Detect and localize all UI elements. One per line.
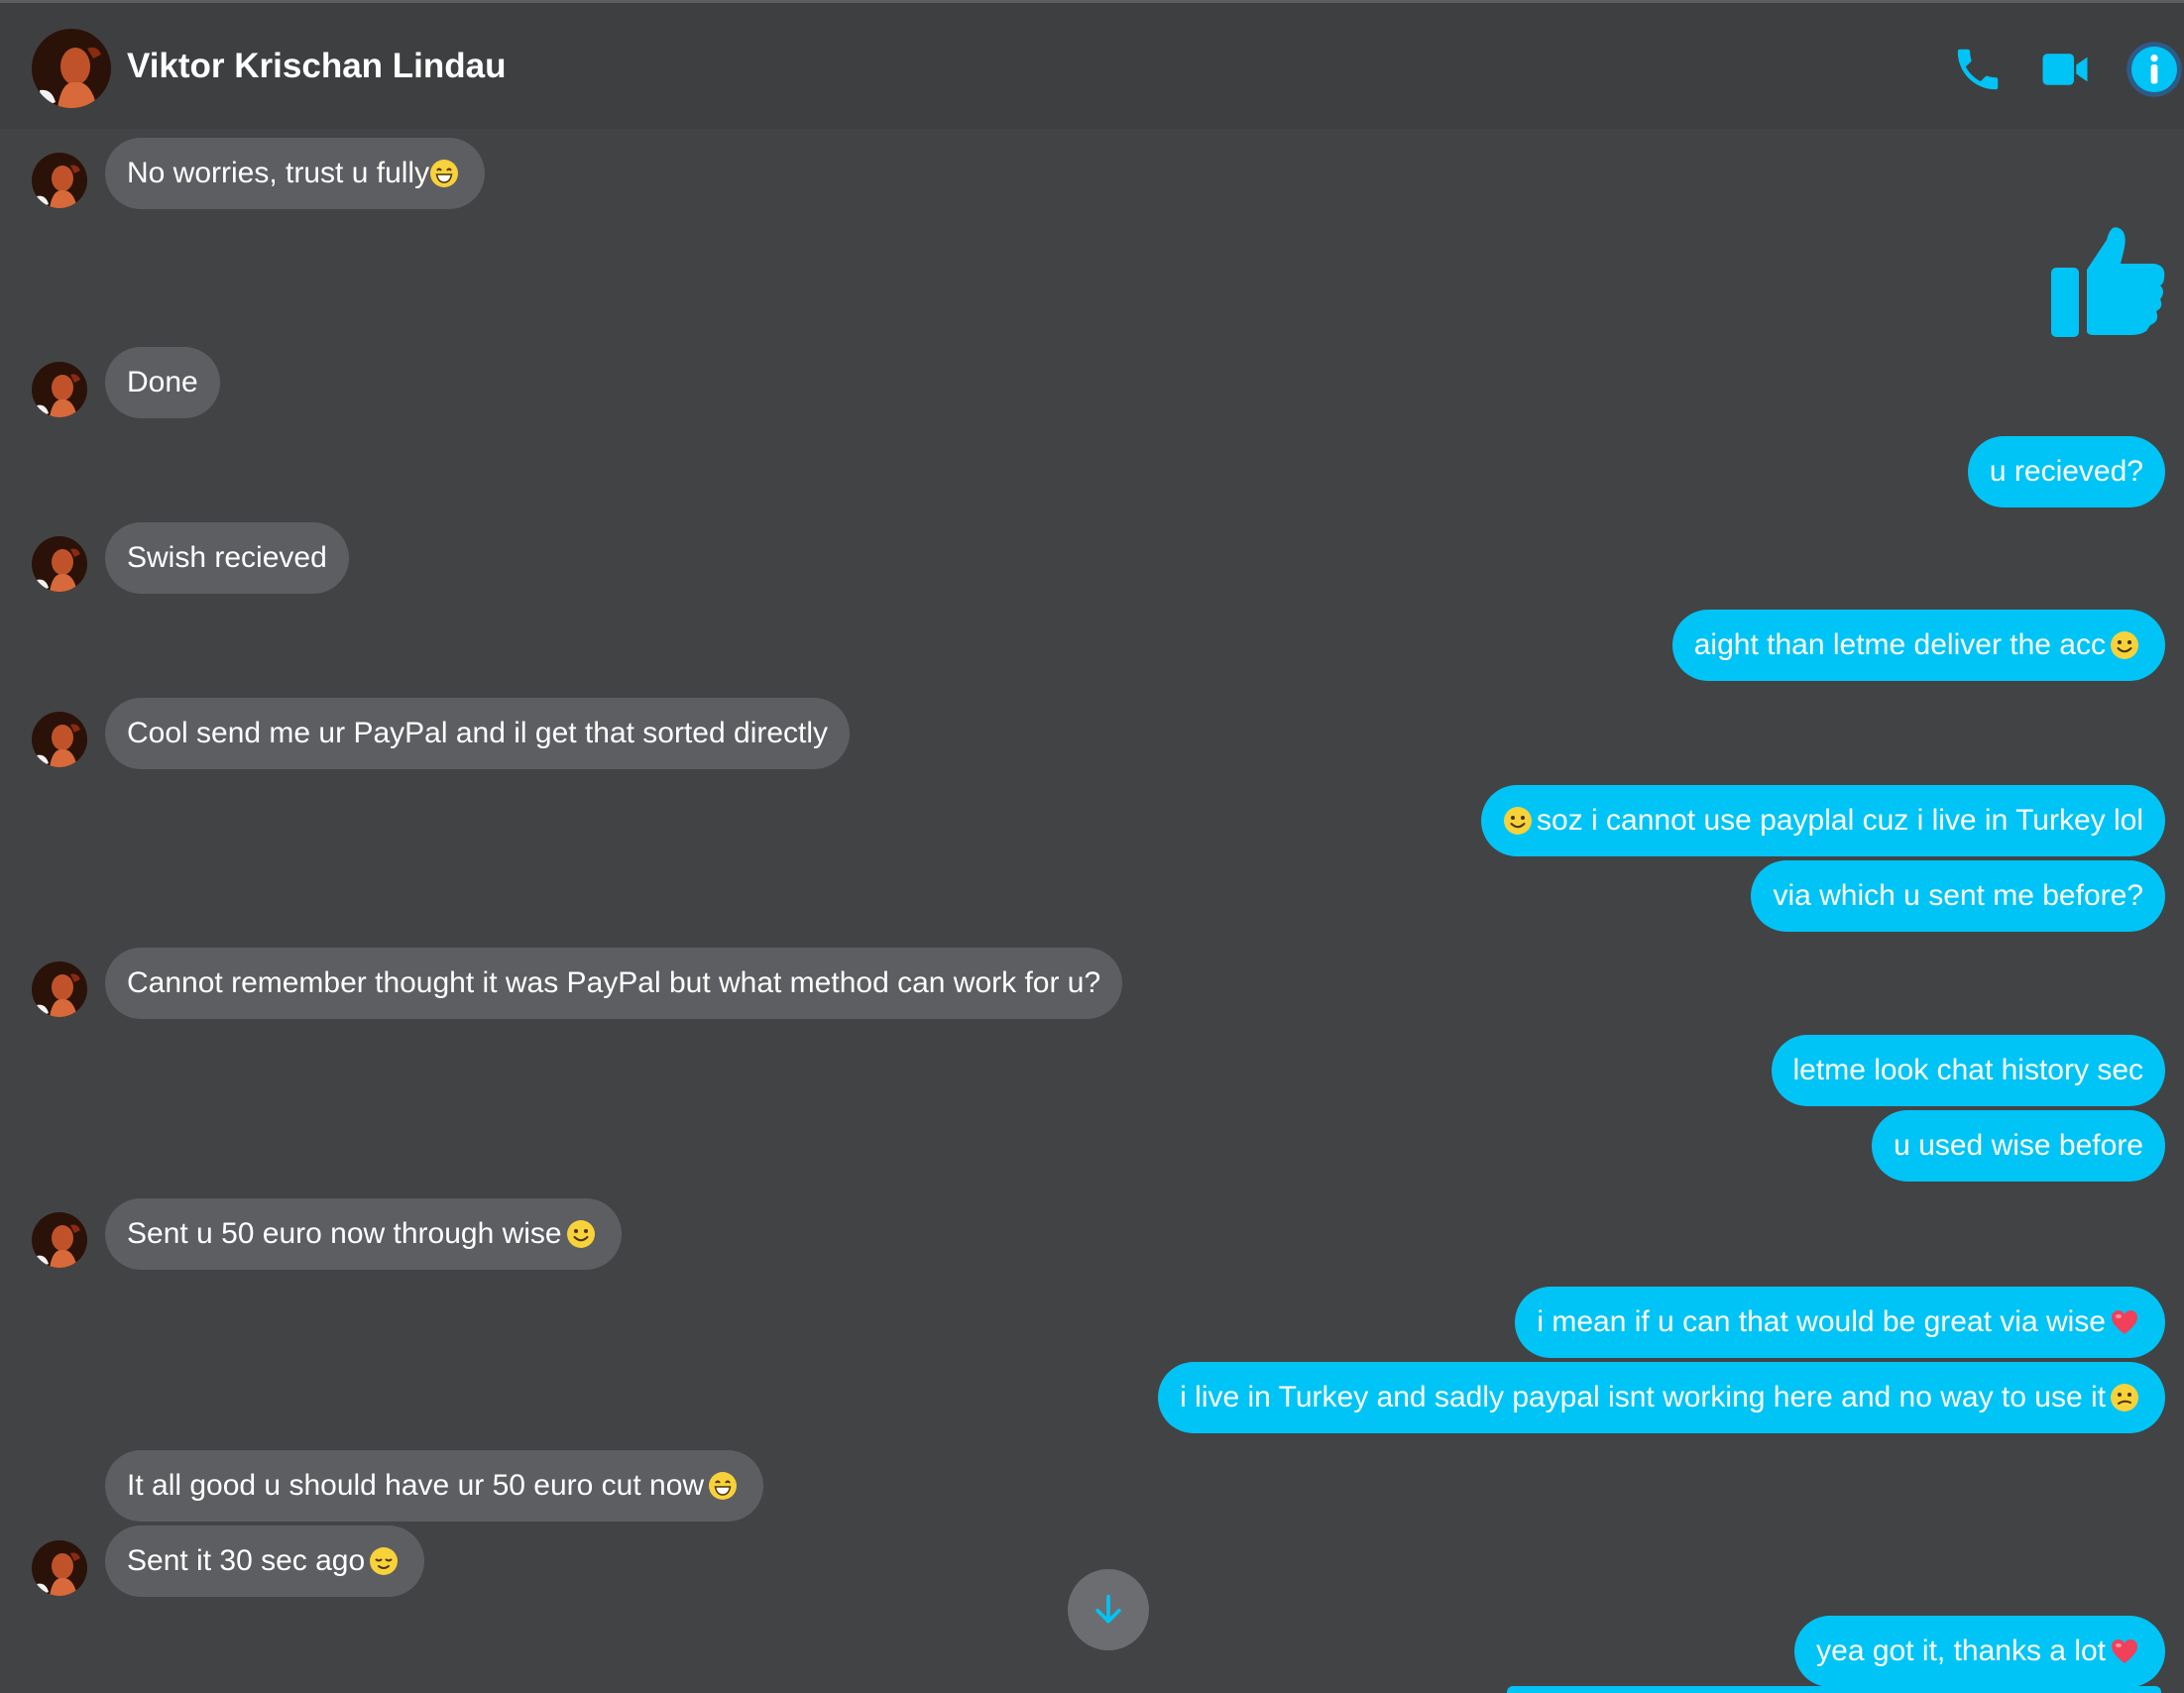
outgoing-message[interactable]: aight than letme deliver the acc <box>1671 610 2165 681</box>
message-text: It all good u should have ur 50 euro cut… <box>127 1469 705 1502</box>
contact-avatar[interactable] <box>32 362 87 417</box>
outgoing-message[interactable]: soz i cannot use payplal cuz i live in T… <box>1481 785 2165 856</box>
message-text: soz i cannot use payplal cuz i live in T… <box>1537 804 2143 837</box>
contact-avatar[interactable] <box>32 153 87 208</box>
contact-name[interactable]: Viktor Krischan Lindau <box>127 47 507 86</box>
confused-emoji-icon <box>2110 1383 2139 1412</box>
incoming-message[interactable]: Cool send me ur PayPal and il get that s… <box>105 698 851 769</box>
grin-emoji-icon <box>429 159 460 188</box>
outgoing-message[interactable]: i live in Turkey and sadly paypal isnt w… <box>1158 1362 2165 1433</box>
contact-avatar[interactable] <box>32 536 87 592</box>
message-text: yea got it, thanks a lot <box>1816 1635 2106 1667</box>
message-text: Swish recieved <box>127 541 327 574</box>
outgoing-message[interactable]: u recieved? <box>1967 436 2165 508</box>
message-text: Sent u 50 euro now through wise <box>127 1217 562 1250</box>
message-text: Sent it 30 sec ago <box>127 1544 366 1577</box>
message-text: Cool send me ur PayPal and il get that s… <box>127 717 829 749</box>
conversation-header: Viktor Krischan Lindau <box>0 0 2184 129</box>
relieved-emoji-icon <box>369 1546 400 1576</box>
outgoing-message <box>1507 1686 2161 1693</box>
message-text: letme look chat history sec <box>1792 1054 2143 1086</box>
incoming-message[interactable]: Sent u 50 euro now through wise <box>105 1198 622 1270</box>
contact-avatar[interactable] <box>32 712 87 767</box>
outgoing-message[interactable]: yea got it, thanks a lot <box>1794 1616 2165 1687</box>
message-text: u recieved? <box>1989 455 2143 488</box>
smile-emoji-icon <box>565 1219 596 1249</box>
message-text: via which u sent me before? <box>1773 879 2143 912</box>
scroll-to-bottom-button[interactable] <box>1068 1569 1149 1650</box>
incoming-message[interactable]: Cannot remember thought it was PayPal bu… <box>105 948 1123 1019</box>
incoming-message[interactable]: It all good u should have ur 50 euro cut… <box>105 1450 764 1522</box>
thumbs-up-icon <box>2051 227 2165 337</box>
smile-emoji-icon <box>2110 630 2139 660</box>
phone-icon[interactable] <box>1951 43 2005 96</box>
contact-avatar[interactable] <box>32 29 111 108</box>
message-text: aight than letme deliver the acc <box>1693 628 2106 661</box>
grin-emoji-icon <box>708 1471 739 1501</box>
contact-avatar[interactable] <box>32 1540 87 1596</box>
outgoing-message[interactable]: u used wise before <box>1872 1110 2165 1182</box>
outgoing-message[interactable]: letme look chat history sec <box>1771 1035 2165 1106</box>
video-camera-icon[interactable] <box>2038 43 2092 96</box>
message-text: u used wise before <box>1894 1129 2143 1162</box>
incoming-message[interactable]: Sent it 30 sec ago <box>105 1525 425 1597</box>
contact-avatar[interactable] <box>32 1212 87 1268</box>
message-text: i live in Turkey and sadly paypal isnt w… <box>1180 1381 2106 1413</box>
heart-emoji-icon <box>2112 1310 2137 1334</box>
incoming-message[interactable]: Done <box>105 347 220 418</box>
outgoing-message[interactable]: i mean if u can that would be great via … <box>1515 1287 2165 1358</box>
contact-avatar[interactable] <box>32 961 87 1017</box>
message-text: Cannot remember thought it was PayPal bu… <box>127 966 1101 999</box>
info-icon[interactable] <box>2126 41 2183 98</box>
incoming-message[interactable]: Swish recieved <box>105 522 349 594</box>
heart-emoji-icon <box>2112 1639 2137 1663</box>
smile-emoji-icon <box>1503 806 1534 836</box>
message-text: No worries, trust u fully <box>127 157 430 189</box>
message-text: i mean if u can that would be great via … <box>1537 1305 2106 1338</box>
outgoing-message[interactable]: via which u sent me before? <box>1751 860 2165 932</box>
arrow-down-icon <box>1095 1594 1121 1624</box>
message-text: Done <box>127 366 198 398</box>
incoming-message[interactable]: No worries, trust u fully <box>105 138 486 209</box>
